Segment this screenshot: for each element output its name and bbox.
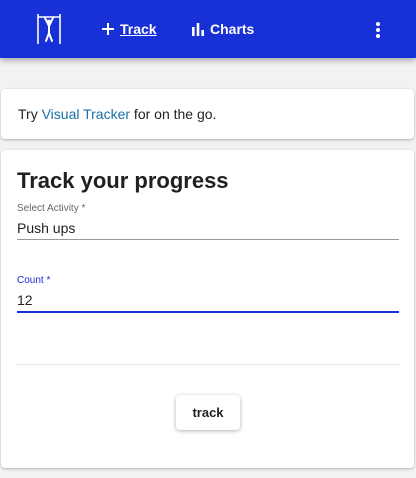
divider: [17, 364, 399, 365]
bar-chart-icon: [192, 23, 204, 36]
count-label: Count *: [17, 275, 51, 286]
visual-tracker-link[interactable]: Visual Tracker: [42, 106, 130, 122]
nav-track[interactable]: Track: [101, 0, 157, 58]
promo-prefix: Try: [18, 106, 42, 122]
track-button[interactable]: track: [176, 395, 240, 430]
count-input[interactable]: [17, 292, 399, 308]
promo-suffix: for on the go.: [130, 106, 217, 122]
nav-charts-label: Charts: [210, 21, 255, 37]
nav-track-label: Track: [120, 21, 157, 37]
app-bar: Track Charts: [0, 0, 416, 58]
activity-label: Select Activity *: [17, 203, 86, 214]
count-underline: [17, 311, 399, 313]
activity-underline: [17, 239, 399, 240]
plus-icon: [102, 23, 114, 35]
exercise-figure-icon[interactable]: [34, 12, 64, 46]
activity-select[interactable]: [17, 220, 399, 236]
form-title: Track your progress: [17, 168, 229, 193]
promo-text: Try Visual Tracker for on the go.: [18, 106, 216, 122]
vertical-dots-icon[interactable]: [368, 20, 388, 40]
track-form-card: Track your progress Select Activity * Co…: [1, 150, 414, 468]
promo-card: Try Visual Tracker for on the go.: [1, 89, 414, 139]
nav-charts[interactable]: Charts: [191, 0, 254, 58]
